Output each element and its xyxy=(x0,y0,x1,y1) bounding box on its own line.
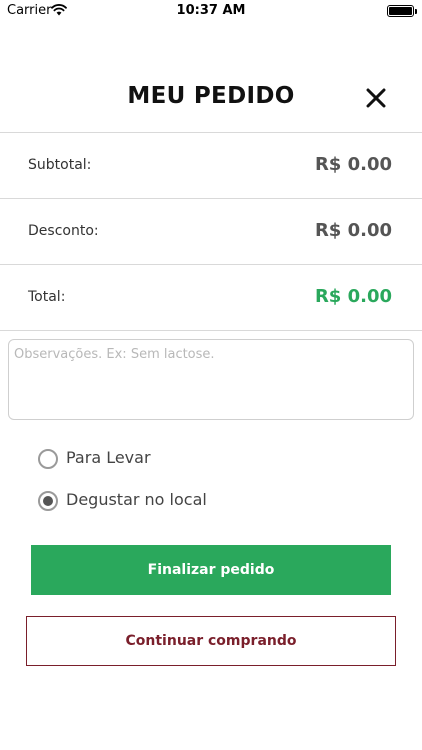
total-row: Total: R$ 0.00 xyxy=(0,264,422,331)
discount-row: Desconto: R$ 0.00 xyxy=(0,198,422,264)
close-icon[interactable] xyxy=(362,84,390,112)
subtotal-value: R$ 0.00 xyxy=(314,154,392,175)
notes-input[interactable] xyxy=(8,339,414,420)
option-degustar-local-label: Degustar no local xyxy=(66,490,207,509)
finalize-order-button[interactable]: Finalizar pedido xyxy=(31,545,391,595)
total-label: Total: xyxy=(28,289,66,305)
continue-shopping-button[interactable]: Continuar comprando xyxy=(26,616,396,666)
discount-label: Desconto: xyxy=(28,223,99,239)
radio-unselected-icon[interactable] xyxy=(38,449,58,469)
battery-icon xyxy=(387,5,417,17)
discount-value: R$ 0.00 xyxy=(314,220,392,241)
option-para-levar-label: Para Levar xyxy=(66,448,151,467)
subtotal-row: Subtotal: R$ 0.00 xyxy=(0,132,422,198)
status-time: 10:37 AM xyxy=(176,3,246,18)
radio-selected-icon[interactable] xyxy=(38,491,58,511)
header: MEU PEDIDO xyxy=(0,70,422,122)
subtotal-label: Subtotal: xyxy=(28,157,92,173)
status-bar: Carrier 10:37 AM xyxy=(0,0,422,22)
page-title: MEU PEDIDO xyxy=(127,83,295,109)
total-value: R$ 0.00 xyxy=(314,286,392,307)
